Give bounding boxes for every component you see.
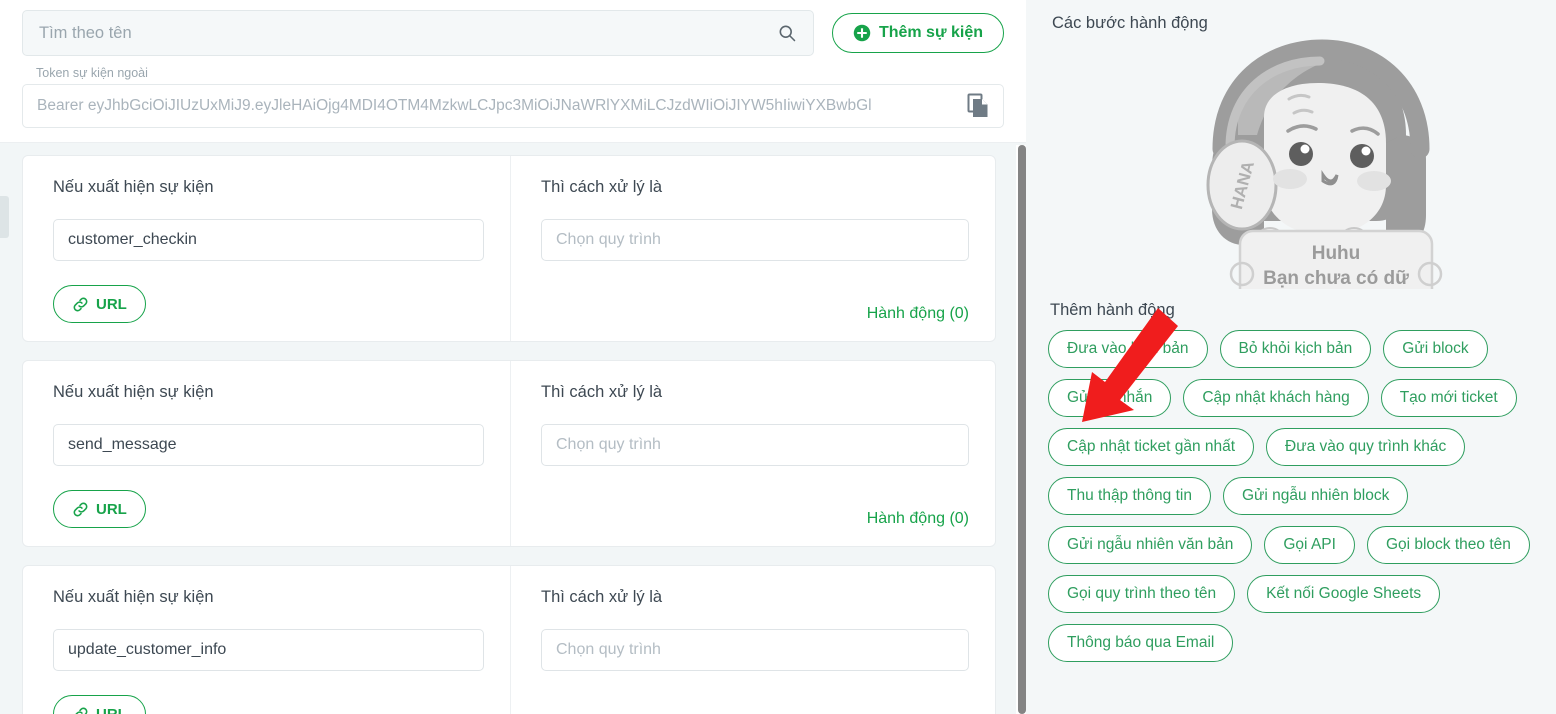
link-icon (74, 707, 88, 714)
url-button-label: URL (96, 500, 127, 518)
search-box[interactable] (22, 10, 814, 56)
handler-column-title: Thì cách xử lý là (541, 383, 663, 401)
action-chip-dua-vao-kich-ban[interactable]: Đưa vào kịch bản (1048, 330, 1208, 368)
left-edge-drawer-handle[interactable] (0, 196, 9, 238)
left-panel: Thêm sự kiện Token sự kiện ngoài Bearer … (0, 0, 1027, 714)
action-count-link[interactable]: Hành động (0) (867, 305, 969, 323)
search-row: Thêm sự kiện (22, 10, 1004, 56)
action-chip-thong-bao-qua-email[interactable]: Thông báo qua Email (1048, 624, 1234, 662)
event-card: Nếu xuất hiện sự kiện URL Thì cách xử lý… (22, 155, 996, 342)
search-input[interactable] (39, 23, 767, 43)
add-action-title: Thêm hành động (1050, 301, 1175, 319)
url-button[interactable]: URL (53, 490, 146, 528)
url-button-label: URL (96, 705, 127, 714)
process-select[interactable] (541, 219, 969, 261)
mascot-sign-line2: Bạn chưa có dữ (1263, 268, 1409, 289)
mascot-sign-line1: Huhu (1312, 243, 1361, 264)
action-chip-cap-nhat-ticket[interactable]: Cập nhật ticket gần nhất (1048, 428, 1255, 466)
event-card: Nếu xuất hiện sự kiện URL Thì cách xử lý… (22, 565, 996, 714)
action-chip-gui-tin-nhan[interactable]: Gửi tin nhắn (1048, 379, 1172, 417)
process-select[interactable] (541, 629, 969, 671)
url-button[interactable]: URL (53, 695, 146, 714)
empty-state-illustration: HANA Huhu Bạn chưa có dữ (1040, 39, 1536, 289)
action-chip-goi-api[interactable]: Gọi API (1264, 526, 1355, 564)
url-button[interactable]: URL (53, 285, 146, 323)
token-label: Token sự kiện ngoài (36, 66, 148, 80)
add-event-label: Thêm sự kiện (878, 24, 983, 41)
token-value: Bearer eyJhbGciOiJIUzUxMiJ9.eyJleHAiOjg4… (37, 97, 872, 114)
copy-icon[interactable] (966, 93, 990, 119)
event-card-condition-column: Nếu xuất hiện sự kiện URL (23, 156, 511, 341)
action-chip-bo-khoi-kich-ban[interactable]: Bỏ khỏi kịch bản (1219, 330, 1372, 368)
left-header: Thêm sự kiện Token sự kiện ngoài Bearer … (0, 0, 1026, 143)
action-chip-goi-quy-trinh-theo-ten[interactable]: Gọi quy trình theo tên (1048, 575, 1236, 613)
event-name-input[interactable] (53, 219, 484, 261)
event-card-handler-column: Thì cách xử lý là Hành động (0) (511, 156, 995, 341)
action-chip-thu-thap-thong-tin[interactable]: Thu thập thông tin (1048, 477, 1211, 515)
action-chip-tao-moi-ticket[interactable]: Tạo mới ticket (1380, 379, 1517, 417)
condition-column-title: Nếu xuất hiện sự kiện (53, 588, 214, 606)
action-chip-ket-noi-google-sheets[interactable]: Kết nối Google Sheets (1247, 575, 1441, 613)
event-name-input[interactable] (53, 424, 484, 466)
right-panel-title: Các bước hành động (1052, 14, 1208, 32)
action-count-link[interactable]: Hành động (0) (867, 510, 969, 528)
handler-column-title: Thì cách xử lý là (541, 178, 663, 196)
action-chip-gui-ngau-nhien-block[interactable]: Gửi ngẫu nhiên block (1222, 477, 1409, 515)
plus-circle-icon (853, 24, 871, 42)
action-chip-cap-nhat-khach-hang[interactable]: Cập nhật khách hàng (1183, 379, 1369, 417)
search-icon[interactable] (777, 23, 797, 43)
process-select[interactable] (541, 424, 969, 466)
event-name-input[interactable] (53, 629, 484, 671)
action-chip-gui-ngau-nhien-van-ban[interactable]: Gửi ngẫu nhiên văn bản (1048, 526, 1253, 564)
action-chip-goi-block-theo-ten[interactable]: Gọi block theo tên (1366, 526, 1530, 564)
condition-column-title: Nếu xuất hiện sự kiện (53, 383, 214, 401)
right-panel: Các bước hành động HANA Huhu Bạn chưa có… (1026, 0, 1556, 714)
scrollbar-thumb[interactable] (1018, 145, 1026, 714)
event-card-handler-column: Thì cách xử lý là Hành động (0) (511, 566, 995, 714)
link-icon (73, 502, 88, 516)
event-cards-scroll-area[interactable]: Nếu xuất hiện sự kiện URL Thì cách xử lý… (0, 143, 1026, 714)
action-chip-dua-vao-quy-trinh[interactable]: Đưa vào quy trình khác (1266, 428, 1466, 466)
action-chip-gui-block[interactable]: Gửi block (1383, 330, 1488, 368)
mascot-icon: HANA Huhu Bạn chưa có dữ (1206, 39, 1443, 289)
event-card: Nếu xuất hiện sự kiện URL Thì cách xử lý… (22, 360, 996, 547)
app-root: Thêm sự kiện Token sự kiện ngoài Bearer … (0, 0, 1556, 714)
event-card-condition-column: Nếu xuất hiện sự kiện URL (23, 566, 511, 714)
url-button-label: URL (96, 295, 127, 313)
handler-column-title: Thì cách xử lý là (541, 588, 663, 606)
condition-column-title: Nếu xuất hiện sự kiện (53, 178, 214, 196)
link-icon (73, 297, 88, 311)
token-box[interactable]: Bearer eyJhbGciOiJIUzUxMiJ9.eyJleHAiOjg4… (22, 84, 1004, 128)
event-card-handler-column: Thì cách xử lý là Hành động (0) (511, 361, 995, 546)
event-card-condition-column: Nếu xuất hiện sự kiện URL (23, 361, 511, 546)
action-chip-list: Đưa vào kịch bản Bỏ khỏi kịch bản Gửi bl… (1040, 330, 1536, 662)
add-event-button[interactable]: Thêm sự kiện (831, 13, 1004, 53)
